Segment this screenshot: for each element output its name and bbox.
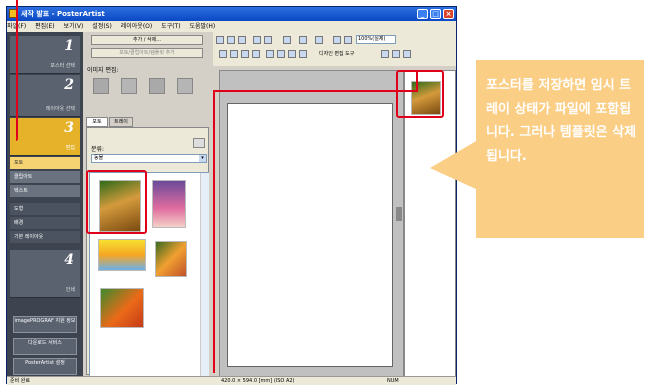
splitter-handle[interactable] [396, 207, 402, 221]
thumbnail-scrollbar[interactable] [200, 173, 209, 376]
close-button[interactable]: × [443, 9, 454, 19]
status-ready: 준비 완료 [10, 378, 30, 384]
toolbar: 100%(실제) 디자인 편집 도구 [213, 32, 456, 66]
support-info-button[interactable]: imagePROGRAF 지원 정보 [13, 316, 77, 333]
maximize-button[interactable]: □ [430, 9, 441, 19]
menu-view[interactable]: 보기(V) [64, 21, 84, 32]
menu-layout[interactable]: 레이아웃(O) [121, 21, 153, 32]
step-1-number: 1 [64, 38, 74, 54]
callout-box: 포스터를 저장하면 임시 트레이 상태가 파일에 포함됩니다. 그러나 템플릿은… [476, 60, 644, 238]
poster-page[interactable] [227, 103, 393, 367]
step-4-number: 4 [64, 252, 74, 268]
step-2-number: 2 [64, 77, 74, 93]
select-tool-icon[interactable] [219, 50, 227, 58]
category-select[interactable]: 동물 [91, 154, 207, 163]
step-1[interactable]: 1 포스터 선택 [10, 36, 80, 74]
menu-tools[interactable]: 도구(T) [161, 21, 180, 32]
new-icon[interactable] [216, 36, 224, 44]
add-delete-button[interactable]: 추가 / 삭제... [91, 35, 203, 45]
title-bar: 새작 발표 - PosterArtist _ □ × [7, 7, 456, 21]
panel-toggle-icon-2[interactable] [392, 50, 400, 58]
step-2[interactable]: 2 레이아웃 선택 [10, 75, 80, 117]
annotation-line-vertical-mid [213, 90, 215, 373]
text-tool-icon[interactable] [241, 50, 249, 58]
callout-text: 포스터를 저장하면 임시 트레이 상태가 파일에 포함됩니다. 그러나 템플릿은… [486, 78, 637, 164]
menu-settings[interactable]: 설정(S) [92, 21, 112, 32]
line-tool-icon[interactable] [266, 50, 274, 58]
annotation-line-horizontal [213, 90, 418, 92]
panel-toggle-icon-3[interactable] [403, 50, 411, 58]
window-title: 새작 발표 - PosterArtist [21, 10, 105, 18]
tray-highlight [396, 70, 444, 118]
carrot-thumbnail[interactable] [100, 288, 144, 328]
menu-bar: 파일(F) 편집(E) 보기(V) 설정(S) 레이아웃(O) 도구(T) 도움… [7, 21, 456, 32]
step-3-label: 편집 [65, 145, 75, 151]
hand-tool-icon[interactable] [299, 50, 307, 58]
menu-help[interactable]: 도움말(H) [189, 21, 215, 32]
save-icon[interactable] [238, 36, 246, 44]
sidebar-item-basic-layout[interactable]: 기본 레이아웃 [10, 231, 80, 244]
redo-icon[interactable] [264, 36, 272, 44]
image-edit-tool-2[interactable] [121, 78, 137, 94]
vertical-text-icon[interactable] [252, 50, 260, 58]
thumbnail-highlight [86, 170, 147, 234]
step-1-label: 포스터 선택 [50, 63, 75, 69]
rotate-tool-icon[interactable] [230, 50, 238, 58]
category-label: 분류: [91, 146, 105, 153]
annotation-line-up [416, 72, 418, 92]
image-edit-tool-4[interactable] [177, 78, 193, 94]
status-page-size: 420.0 × 594.0 [mm] (ISO A2) [221, 378, 295, 384]
download-service-button[interactable]: 다운로드 서비스 [13, 338, 77, 355]
align-icon[interactable] [283, 36, 291, 44]
callout-pointer [430, 140, 478, 190]
view-toggle-icon[interactable] [193, 138, 205, 148]
grid-icon[interactable] [315, 36, 323, 44]
chevron-down-icon[interactable]: ▾ [199, 155, 206, 162]
tab-tray[interactable]: 트레이 [109, 117, 133, 127]
step-sidebar: 1 포스터 선택 2 레이아웃 선택 3 편집 포토 클립아트 텍스트 도형 배… [7, 32, 83, 377]
papaya-thumbnail[interactable] [155, 241, 187, 277]
zoom-in-icon[interactable] [333, 36, 341, 44]
minimize-button[interactable]: _ [417, 9, 428, 19]
image-edit-tool-1[interactable] [93, 78, 109, 94]
sunflower-thumbnail[interactable] [98, 239, 146, 271]
add-template-button[interactable]: 포토/클립아트/템플릿 추가 [91, 48, 203, 58]
status-num: NUM [387, 378, 399, 384]
image-edit-label: 이미지 편집: [87, 67, 119, 74]
image-edit-tool-3[interactable] [149, 78, 165, 94]
sidebar-item-shape[interactable]: 도형 [10, 203, 80, 216]
sunset-thumbnail[interactable] [152, 180, 186, 228]
sidebar-item-text[interactable]: 텍스트 [10, 185, 80, 198]
arrange-icon[interactable] [299, 36, 307, 44]
sidebar-item-background[interactable]: 배경 [10, 217, 80, 230]
step-3-number: 3 [64, 120, 74, 136]
annotation-line-corner [16, 140, 17, 141]
menu-edit[interactable]: 편집(E) [35, 21, 55, 32]
step-2-label: 레이아웃 선택 [45, 106, 75, 112]
zoom-select[interactable]: 100%(실제) [356, 35, 396, 44]
sidebar-item-photo[interactable]: 포토 [10, 157, 80, 170]
tab-photo[interactable]: 포토 [86, 117, 108, 127]
rectangle-tool-icon[interactable] [277, 50, 285, 58]
zoom-out-icon[interactable] [344, 36, 352, 44]
sidebar-item-clipart[interactable]: 클립아트 [10, 171, 80, 184]
app-window: 새작 발표 - PosterArtist _ □ × 파일(F) 편집(E) 보… [6, 6, 457, 385]
ellipse-tool-icon[interactable] [288, 50, 296, 58]
undo-icon[interactable] [253, 36, 261, 44]
open-icon[interactable] [227, 36, 235, 44]
posterartist-settings-button[interactable]: PosterArtist 설정 [13, 358, 77, 375]
annotation-line-vertical-left [16, 0, 18, 140]
panel-toggle-icon-1[interactable] [381, 50, 389, 58]
step-4-label: 인쇄 [65, 287, 75, 293]
step-4[interactable]: 4 인쇄 [10, 250, 80, 298]
step-3[interactable]: 3 편집 [10, 118, 80, 156]
design-tool-label[interactable]: 디자인 편집 도구 [319, 50, 354, 57]
